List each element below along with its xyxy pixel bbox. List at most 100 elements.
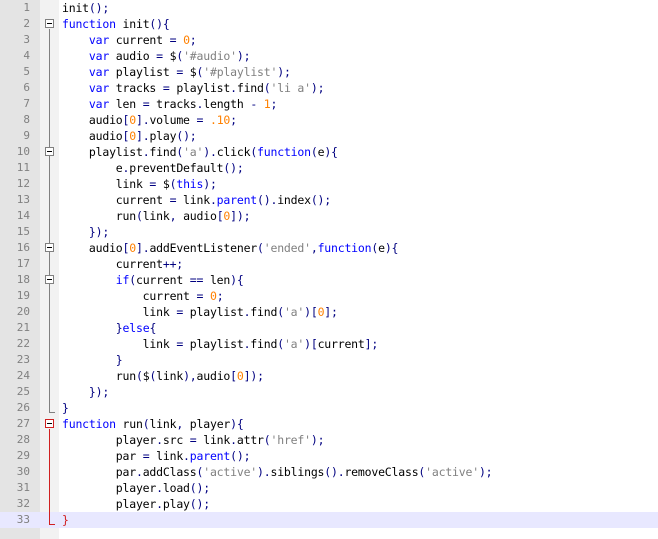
code-text[interactable]: var current = 0;	[62, 32, 197, 48]
code-token: 0	[236, 369, 244, 383]
code-text[interactable]: player.src = link.attr('href');	[62, 432, 325, 448]
code-token: ();	[88, 1, 110, 15]
code-text[interactable]: current++;	[62, 256, 183, 272]
code-text[interactable]: run($(link),audio[0]);	[62, 368, 264, 384]
code-token: (){	[149, 17, 170, 31]
code-text[interactable]: var audio = $('#audio');	[62, 48, 251, 64]
code-text[interactable]: link = playlist.find('a')[0];	[62, 304, 338, 320]
code-text[interactable]: }else{	[62, 320, 157, 336]
code-text[interactable]: current = link.parent().index();	[62, 192, 331, 208]
fold-toggle-icon[interactable]	[45, 147, 54, 156]
code-line[interactable]: 32 player.play();	[0, 496, 658, 512]
code-token: $	[156, 177, 170, 191]
code-token: '#audio'	[183, 49, 237, 63]
code-text[interactable]: e.preventDefault();	[62, 160, 244, 176]
code-line[interactable]: 10 playlist.find('a').click(function(e){	[0, 144, 658, 160]
code-text[interactable]: }	[62, 512, 69, 528]
code-line[interactable]: 11 e.preventDefault();	[0, 160, 658, 176]
code-line[interactable]: 18 if(current == len){	[0, 272, 658, 288]
code-line[interactable]: 13 current = link.parent().index();	[0, 192, 658, 208]
code-text[interactable]: player.load();	[62, 480, 210, 496]
code-text[interactable]: var tracks = playlist.find('li a');	[62, 80, 325, 96]
code-text[interactable]: });	[62, 384, 109, 400]
code-line[interactable]: 19 current = 0;	[0, 288, 658, 304]
code-text[interactable]: }	[62, 400, 69, 416]
code-text[interactable]: link = playlist.find('a')[current];	[62, 336, 379, 352]
code-text[interactable]: par = link.parent();	[62, 448, 251, 464]
code-text[interactable]: playlist.find('a').click(function(e){	[62, 144, 338, 160]
code-line[interactable]: 1 init();	[0, 0, 658, 16]
code-token: (	[277, 305, 284, 319]
code-line[interactable]: 26}	[0, 400, 658, 416]
code-line[interactable]: 12 link = $(this);	[0, 176, 658, 192]
code-token: audio	[62, 129, 123, 143]
line-number: 19	[16, 289, 30, 302]
code-line[interactable]: 4 var audio = $('#audio');	[0, 48, 658, 64]
code-text[interactable]: if(current == len){	[62, 272, 244, 288]
code-line[interactable]: 3 var current = 0;	[0, 32, 658, 48]
code-token: var	[88, 97, 110, 111]
code-text[interactable]: function init(){	[62, 16, 170, 32]
code-token: play	[162, 497, 190, 511]
code-token: link	[142, 209, 170, 223]
code-token: current	[317, 337, 365, 351]
code-text[interactable]: link = $(this);	[62, 176, 217, 192]
code-token: link	[149, 417, 177, 431]
code-editor[interactable]: 1 init(); 2 function init(){3 var current =…	[0, 0, 658, 539]
code-line[interactable]: 28 player.src = link.attr('href');	[0, 432, 658, 448]
code-line[interactable]: 31 player.load();	[0, 480, 658, 496]
code-text[interactable]: });	[62, 224, 109, 240]
code-token: {	[149, 321, 157, 335]
code-text[interactable]: audio[0].play();	[62, 128, 197, 144]
code-line[interactable]: 24 run($(link),audio[0]);	[0, 368, 658, 384]
code-token: });	[88, 385, 110, 399]
code-line[interactable]: 6 var tracks = playlist.find('li a');	[0, 80, 658, 96]
code-text[interactable]: current = 0;	[62, 288, 224, 304]
code-text[interactable]: audio[0].volume = .10;	[62, 112, 237, 128]
code-line[interactable]: 8 audio[0].volume = .10;	[0, 112, 658, 128]
code-line[interactable]: 7 var len = tracks.length - 1;	[0, 96, 658, 112]
code-text[interactable]: run(link, audio[0]);	[62, 208, 251, 224]
code-token: audio	[109, 49, 157, 63]
fold-toggle-icon[interactable]	[45, 243, 54, 252]
code-text[interactable]: }	[62, 352, 123, 368]
code-line[interactable]: 22 link = playlist.find('a')[current];	[0, 336, 658, 352]
code-line[interactable]: 20 link = playlist.find('a')[0];	[0, 304, 658, 320]
code-line[interactable]: 15 });	[0, 224, 658, 240]
code-text[interactable]: function run(link, player){	[62, 416, 244, 432]
code-line[interactable]: 16 audio[0].addEventListener('ended',fun…	[0, 240, 658, 256]
code-token: ];	[324, 305, 338, 319]
code-line[interactable]: 23 }	[0, 352, 658, 368]
code-line[interactable]: 29 par = link.parent();	[0, 448, 658, 464]
code-line[interactable]: 27 function run(link, player){	[0, 416, 658, 432]
code-text[interactable]: var playlist = $('#playlist');	[62, 64, 291, 80]
fold-toggle-icon[interactable]	[45, 19, 54, 28]
code-line[interactable]: 33}	[0, 512, 658, 528]
code-line[interactable]: 25 });	[0, 384, 658, 400]
code-line[interactable]: 17 current++;	[0, 256, 658, 272]
code-line[interactable]: 21 }else{	[0, 320, 658, 336]
line-number: 28	[16, 433, 30, 446]
code-text[interactable]: audio[0].addEventListener('ended',functi…	[62, 240, 399, 256]
code-token: playlist	[109, 65, 177, 79]
code-line[interactable]: 9 audio[0].play();	[0, 128, 658, 144]
code-token: len	[109, 97, 143, 111]
code-text[interactable]: par.addClass('active').siblings().remove…	[62, 464, 493, 480]
code-token: playlist	[62, 145, 143, 159]
line-number: 9	[23, 129, 30, 142]
code-line[interactable]: 30 par.addClass('active').siblings().rem…	[0, 464, 658, 480]
line-number: 25	[16, 385, 30, 398]
code-token: find	[250, 337, 278, 351]
code-text[interactable]: init();	[62, 0, 109, 16]
code-token: );	[236, 49, 251, 63]
code-text[interactable]: var len = tracks.length - 1;	[62, 96, 278, 112]
code-line[interactable]: 5 var playlist = $('#playlist');	[0, 64, 658, 80]
fold-end-mark	[49, 524, 55, 525]
fold-toggle-icon[interactable]	[45, 275, 54, 284]
fold-toggle-icon[interactable]	[45, 419, 54, 428]
code-line[interactable]: 14 run(link, audio[0]);	[0, 208, 658, 224]
code-line[interactable]: 2 function init(){	[0, 16, 658, 32]
code-text[interactable]: player.play();	[62, 496, 210, 512]
